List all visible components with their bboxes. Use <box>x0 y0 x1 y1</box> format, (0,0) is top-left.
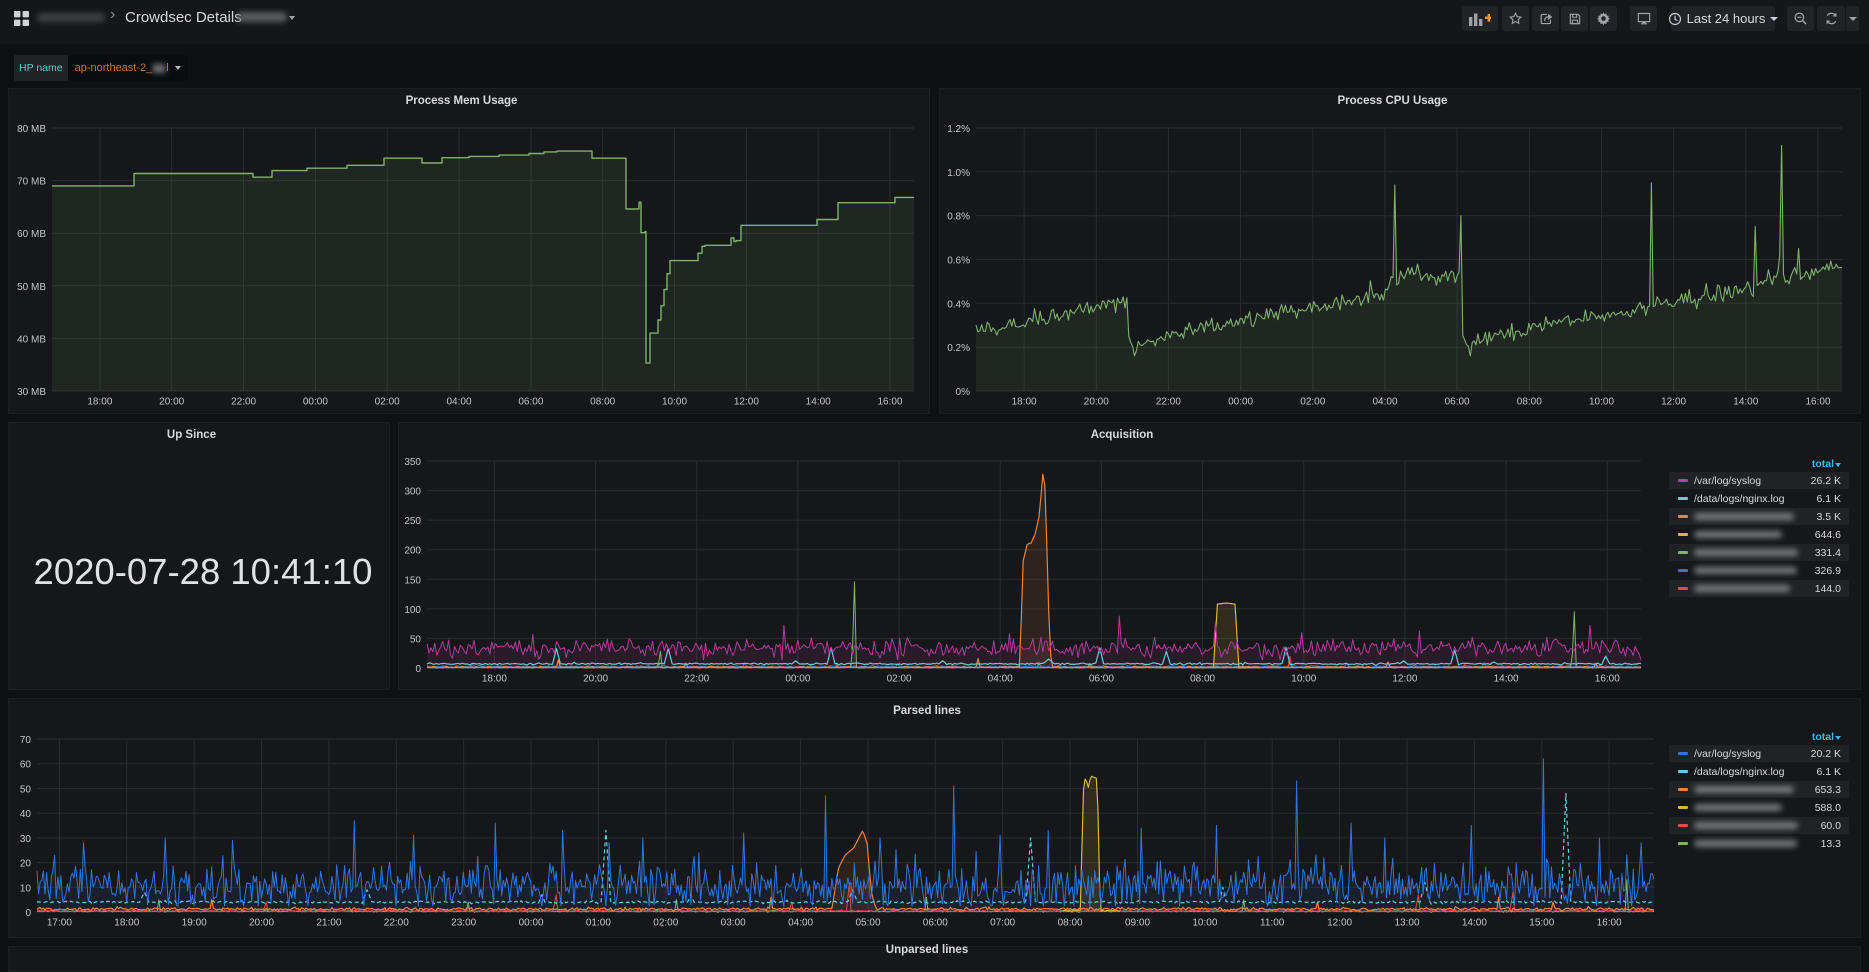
svg-text:15:00: 15:00 <box>1529 918 1554 929</box>
svg-text:06:00: 06:00 <box>923 918 948 929</box>
svg-text:07:00: 07:00 <box>990 918 1015 929</box>
svg-text:10:00: 10:00 <box>1192 918 1217 929</box>
svg-text:60 MB: 60 MB <box>17 229 46 240</box>
svg-text:0.8%: 0.8% <box>947 212 970 223</box>
svg-text:0%: 0% <box>956 387 971 398</box>
svg-text:0: 0 <box>25 908 31 919</box>
svg-text:1.0%: 1.0% <box>947 168 970 179</box>
svg-text:02:00: 02:00 <box>653 918 678 929</box>
svg-text:21:00: 21:00 <box>316 918 341 929</box>
svg-text:20:00: 20:00 <box>159 397 184 408</box>
svg-text:13:00: 13:00 <box>1394 918 1419 929</box>
svg-text:22:00: 22:00 <box>684 674 709 685</box>
svg-text:20:00: 20:00 <box>583 674 608 685</box>
svg-text:14:00: 14:00 <box>1462 918 1487 929</box>
svg-text:50 MB: 50 MB <box>17 282 46 293</box>
svg-text:16:00: 16:00 <box>1805 397 1830 408</box>
svg-text:06:00: 06:00 <box>1089 674 1114 685</box>
svg-text:350: 350 <box>404 457 421 468</box>
svg-text:18:00: 18:00 <box>87 397 112 408</box>
svg-text:12:00: 12:00 <box>1392 674 1417 685</box>
svg-text:200: 200 <box>404 546 421 557</box>
svg-text:150: 150 <box>404 575 421 586</box>
svg-text:10:00: 10:00 <box>1291 674 1316 685</box>
svg-text:17:00: 17:00 <box>47 918 72 929</box>
svg-text:40 MB: 40 MB <box>17 334 46 345</box>
svg-text:14:00: 14:00 <box>1733 397 1758 408</box>
svg-text:08:00: 08:00 <box>1058 918 1083 929</box>
svg-text:16:00: 16:00 <box>1595 674 1620 685</box>
svg-text:18:00: 18:00 <box>1012 397 1037 408</box>
svg-text:00:00: 00:00 <box>303 397 328 408</box>
svg-text:0: 0 <box>415 664 421 675</box>
svg-text:22:00: 22:00 <box>231 397 256 408</box>
svg-text:08:00: 08:00 <box>1190 674 1215 685</box>
svg-text:08:00: 08:00 <box>590 397 615 408</box>
svg-text:22:00: 22:00 <box>1156 397 1181 408</box>
svg-text:05:00: 05:00 <box>855 918 880 929</box>
svg-text:00:00: 00:00 <box>519 918 544 929</box>
svg-text:14:00: 14:00 <box>806 397 831 408</box>
svg-text:60: 60 <box>20 760 32 771</box>
svg-text:02:00: 02:00 <box>887 674 912 685</box>
svg-text:40: 40 <box>20 809 32 820</box>
svg-text:50: 50 <box>20 784 32 795</box>
svg-text:0.4%: 0.4% <box>947 299 970 310</box>
svg-text:70 MB: 70 MB <box>17 177 46 188</box>
svg-text:18:00: 18:00 <box>114 918 139 929</box>
svg-text:10: 10 <box>20 883 32 894</box>
svg-text:12:00: 12:00 <box>1661 397 1686 408</box>
svg-text:20:00: 20:00 <box>1084 397 1109 408</box>
svg-text:06:00: 06:00 <box>1445 397 1470 408</box>
svg-text:08:00: 08:00 <box>1517 397 1542 408</box>
svg-text:14:00: 14:00 <box>1494 674 1519 685</box>
svg-text:09:00: 09:00 <box>1125 918 1150 929</box>
svg-text:22:00: 22:00 <box>384 918 409 929</box>
svg-text:04:00: 04:00 <box>788 918 813 929</box>
svg-text:00:00: 00:00 <box>785 674 810 685</box>
svg-text:11:00: 11:00 <box>1260 918 1285 929</box>
svg-text:70: 70 <box>20 735 32 746</box>
svg-text:12:00: 12:00 <box>1327 918 1352 929</box>
svg-text:00:00: 00:00 <box>1228 397 1253 408</box>
svg-text:30: 30 <box>20 834 32 845</box>
svg-text:02:00: 02:00 <box>375 397 400 408</box>
svg-text:04:00: 04:00 <box>446 397 471 408</box>
svg-text:80 MB: 80 MB <box>17 124 46 135</box>
svg-text:12:00: 12:00 <box>734 397 759 408</box>
svg-text:300: 300 <box>404 487 421 498</box>
svg-text:100: 100 <box>404 605 421 616</box>
svg-text:16:00: 16:00 <box>877 397 902 408</box>
svg-text:10:00: 10:00 <box>662 397 687 408</box>
svg-text:19:00: 19:00 <box>182 918 207 929</box>
svg-text:50: 50 <box>410 634 422 645</box>
svg-text:0.2%: 0.2% <box>947 343 970 354</box>
svg-text:03:00: 03:00 <box>721 918 746 929</box>
svg-text:02:00: 02:00 <box>1300 397 1325 408</box>
svg-text:1.2%: 1.2% <box>947 124 970 135</box>
svg-text:04:00: 04:00 <box>1372 397 1397 408</box>
svg-text:20:00: 20:00 <box>249 918 274 929</box>
svg-text:04:00: 04:00 <box>988 674 1013 685</box>
svg-text:30 MB: 30 MB <box>17 387 46 398</box>
svg-text:16:00: 16:00 <box>1597 918 1622 929</box>
svg-text:0.6%: 0.6% <box>947 256 970 267</box>
svg-text:01:00: 01:00 <box>586 918 611 929</box>
svg-text:23:00: 23:00 <box>451 918 476 929</box>
svg-text:250: 250 <box>404 516 421 527</box>
svg-text:06:00: 06:00 <box>518 397 543 408</box>
svg-text:10:00: 10:00 <box>1589 397 1614 408</box>
svg-text:18:00: 18:00 <box>482 674 507 685</box>
svg-text:20: 20 <box>20 859 32 870</box>
